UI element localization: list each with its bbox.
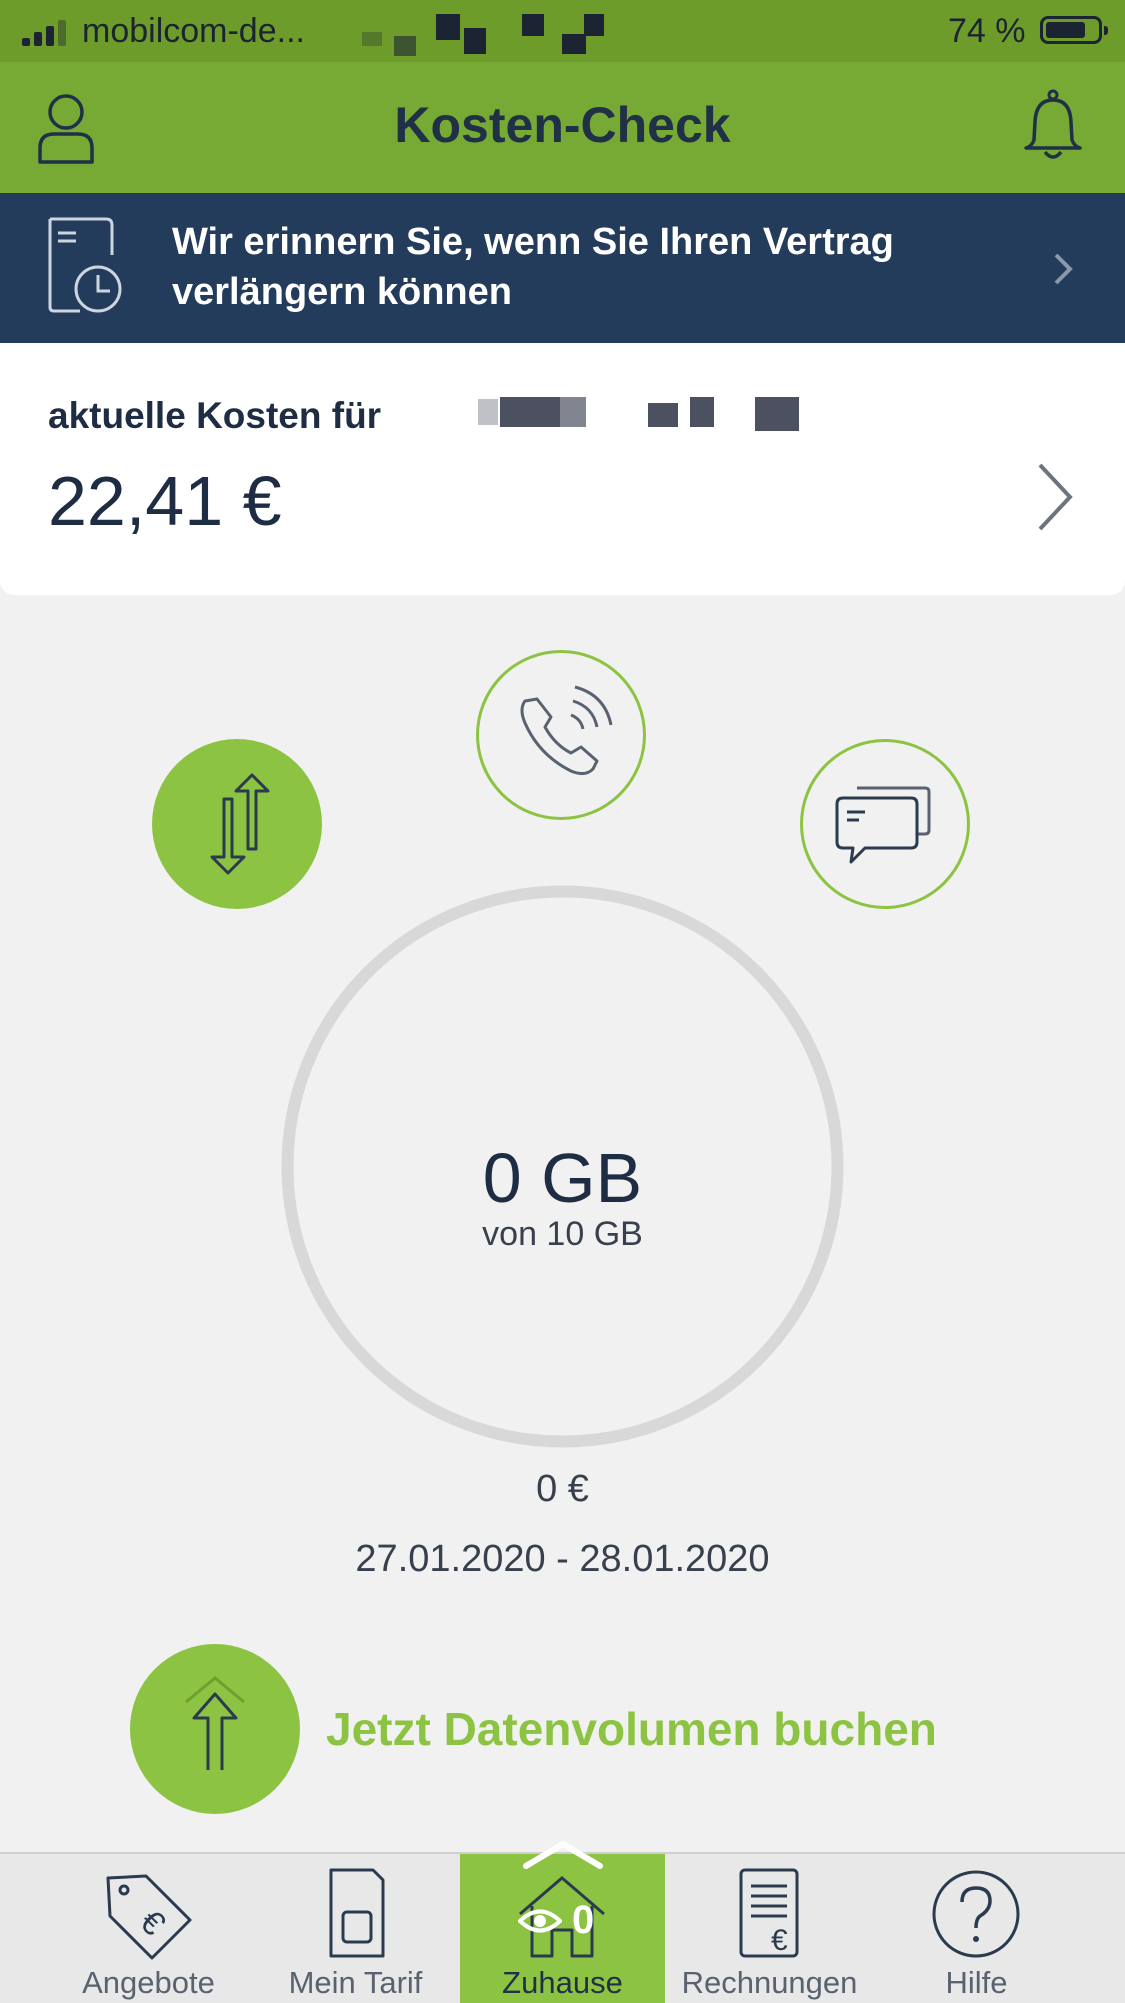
pixelated-redaction: [562, 34, 586, 54]
invoice-euro-icon: €: [739, 1868, 799, 1958]
view-counter: 0: [518, 1898, 594, 1943]
help-icon: [932, 1870, 1020, 1958]
pixelated-redaction: [690, 397, 714, 427]
pixelated-redaction: [436, 14, 460, 40]
pixelated-redaction: [584, 14, 604, 36]
pixelated-redaction: [522, 14, 544, 36]
view-count: 0: [572, 1898, 595, 1942]
contract-reminder-banner[interactable]: Wir erinnern Sie, wenn Sie Ihren Vertrag…: [0, 193, 1125, 343]
sim-card-icon: [329, 1868, 385, 1958]
calls-usage-button[interactable]: [476, 650, 646, 820]
bell-icon[interactable]: [1022, 88, 1084, 164]
total-amount: von 10 GB: [482, 1215, 643, 1253]
tab-label: Angebote: [82, 1965, 215, 2000]
status-bar: mobilcom-de... 74 %: [0, 0, 1125, 62]
battery-icon: [1040, 16, 1108, 44]
banner-text: Wir erinnern Sie, wenn Sie Ihren Vertrag…: [172, 221, 894, 313]
pixelated-redaction: [394, 36, 416, 56]
tab-label: Rechnungen: [681, 1965, 858, 2000]
price-tag-euro-icon: €: [106, 1874, 192, 1960]
svg-text:€: €: [132, 1903, 172, 1943]
pixelated-redaction: [362, 32, 382, 46]
tab-label: Zuhause: [502, 1965, 623, 2000]
book-data-link[interactable]: Jetzt Datenvolumen buchen: [326, 1702, 937, 1756]
pixelated-redaction: [755, 397, 799, 431]
svg-text:€: €: [771, 1924, 788, 1957]
phone-call-icon: [520, 685, 613, 776]
signal-icon: [22, 18, 66, 46]
pixelated-redaction: [464, 28, 486, 54]
pixelated-redaction: [500, 397, 560, 427]
cost-label: aktuelle Kosten für: [48, 395, 382, 436]
chevron-right-icon: [1038, 463, 1073, 531]
arrow-up-icon: [185, 1676, 245, 1770]
eye-icon: [518, 1909, 562, 1932]
chat-bubbles-icon: [835, 786, 931, 864]
current-cost-card[interactable]: aktuelle Kosten für 22,41 €: [0, 343, 1125, 595]
tab-rechnungen[interactable]: € Rechnungen: [667, 1854, 872, 2003]
pixelated-redaction: [560, 397, 586, 427]
app-header: Kosten-Check: [0, 62, 1125, 193]
billing-period: 27.01.2020 - 28.01.2020: [355, 1538, 770, 1580]
chevron-up-icon[interactable]: [518, 1836, 608, 1872]
contract-clock-icon: [48, 217, 122, 313]
tab-mein-tarif[interactable]: Mein Tarif: [253, 1854, 458, 2003]
current-cost-value: 22,41 €: [48, 462, 282, 540]
carrier-name: mobilcom-de...: [82, 12, 305, 50]
tab-angebote[interactable]: € Angebote: [46, 1854, 251, 2003]
tab-label: Hilfe: [945, 1965, 1008, 2000]
page-title: Kosten-Check: [394, 97, 731, 153]
chevron-right-icon: [1054, 253, 1073, 285]
pixelated-redaction: [478, 399, 498, 425]
battery-percent: 74 %: [948, 12, 1026, 50]
tab-label: Mein Tarif: [288, 1965, 423, 2000]
usage-cost: 0 €: [536, 1468, 589, 1510]
book-data-button[interactable]: [130, 1644, 300, 1814]
pixelated-redaction: [648, 403, 678, 427]
used-amount: 0 GB: [482, 1139, 643, 1217]
tab-hilfe[interactable]: Hilfe: [874, 1854, 1079, 2003]
